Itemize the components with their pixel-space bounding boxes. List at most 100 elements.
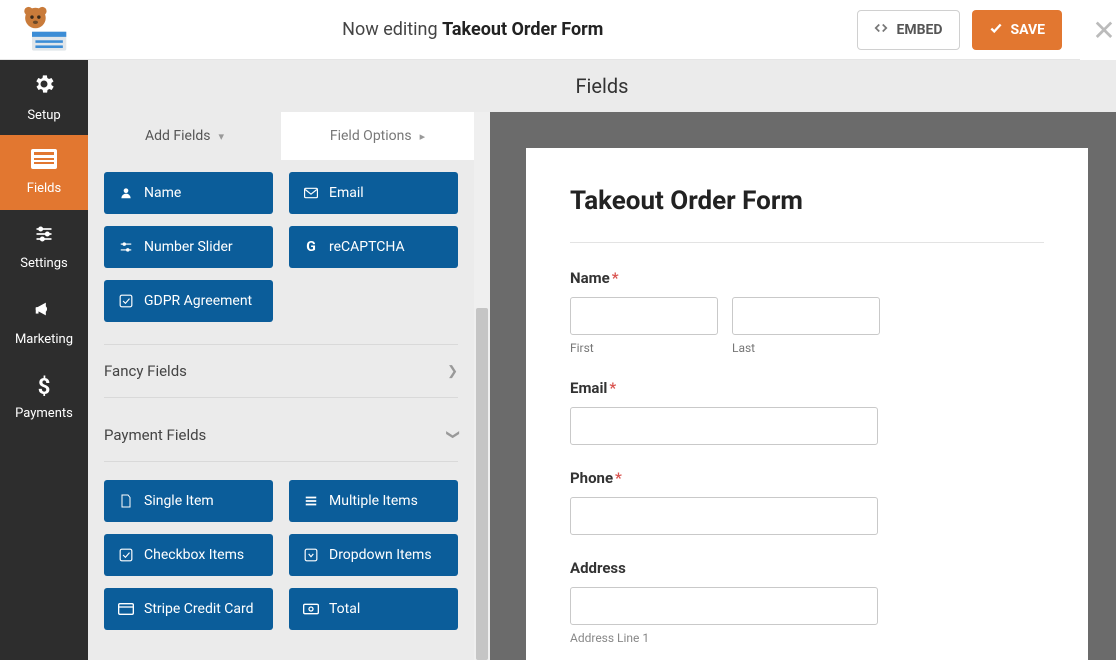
required-mark: * <box>615 469 622 487</box>
field-gdpr[interactable]: GDPR Agreement <box>104 280 273 322</box>
save-label: SAVE <box>1011 22 1046 38</box>
tab-label: Add Fields <box>145 128 211 144</box>
preview-field-address[interactable]: Address Address Line 1 <box>570 559 1044 645</box>
sublabel-address1: Address Line 1 <box>570 631 1044 645</box>
caret-square-icon <box>303 548 319 562</box>
nav-label: Settings <box>20 256 67 271</box>
group-payment-fields[interactable]: Payment Fields ❮ <box>104 408 458 462</box>
sublabel-last: Last <box>732 341 880 355</box>
chevron-right-icon: ▸ <box>420 130 426 143</box>
field-label: Multiple Items <box>329 493 418 509</box>
money-icon <box>303 603 319 615</box>
field-dropdown-items[interactable]: Dropdown Items <box>289 534 458 576</box>
nav-label: Setup <box>27 108 60 123</box>
close-button[interactable]: ✕ <box>1086 12 1116 48</box>
list-icon <box>303 495 319 507</box>
fields-panel: Add Fields ▾ Field Options ▸ Name Email <box>88 112 490 660</box>
field-label: Dropdown Items <box>329 547 432 563</box>
field-label: Checkbox Items <box>144 547 244 563</box>
field-single-item[interactable]: Single Item <box>104 480 273 522</box>
nav-settings[interactable]: Settings <box>0 210 88 285</box>
top-bar: Now editing Takeout Order Form EMBED SAV… <box>0 0 1080 60</box>
field-total[interactable]: Total <box>289 588 458 630</box>
scrollbar-thumb[interactable] <box>476 308 488 660</box>
section-title: Fields <box>576 74 629 98</box>
save-button[interactable]: SAVE <box>972 10 1063 50</box>
section-header: Fields <box>88 60 1116 112</box>
check-square-icon <box>118 294 134 308</box>
group-label: Fancy Fields <box>104 362 187 380</box>
field-label: Email <box>329 185 364 201</box>
embed-label: EMBED <box>896 22 942 38</box>
field-label: Phone* <box>570 469 1044 487</box>
divider <box>570 242 1044 243</box>
nav-label: Payments <box>15 406 73 421</box>
form-name: Takeout Order Form <box>442 19 603 40</box>
tab-field-options[interactable]: Field Options ▸ <box>281 112 474 160</box>
sublabel-first: First <box>570 341 718 355</box>
top-actions: EMBED SAVE <box>857 10 1080 50</box>
preview-field-name[interactable]: Name* First Last <box>570 269 1044 355</box>
email-input[interactable] <box>570 407 878 445</box>
group-label: Payment Fields <box>104 426 206 444</box>
code-icon <box>874 21 888 39</box>
google-icon: G <box>303 239 319 255</box>
field-recaptcha[interactable]: G reCAPTCHA <box>289 226 458 268</box>
field-label: Name* <box>570 269 1044 287</box>
address-input[interactable] <box>570 587 878 625</box>
tab-add-fields[interactable]: Add Fields ▾ <box>88 112 281 160</box>
field-checkbox-items[interactable]: Checkbox Items <box>104 534 273 576</box>
gear-icon <box>32 72 56 102</box>
embed-button[interactable]: EMBED <box>857 10 959 50</box>
preview-field-phone[interactable]: Phone* <box>570 469 1044 535</box>
field-label: Single Item <box>144 493 214 509</box>
editing-prefix: Now editing <box>342 19 442 40</box>
preview-canvas: Takeout Order Form Name* First Last Emai… <box>490 112 1116 660</box>
nav-label: Fields <box>27 181 61 196</box>
nav-fields[interactable]: Fields <box>0 135 88 210</box>
check-icon <box>989 21 1003 39</box>
chevron-down-icon: ▾ <box>218 130 224 143</box>
tab-label: Field Options <box>330 128 412 144</box>
app-logo <box>0 6 88 54</box>
form-icon <box>31 149 57 175</box>
field-label: Name <box>144 185 181 201</box>
field-email[interactable]: Email <box>289 172 458 214</box>
form-title: Takeout Order Form <box>570 186 1044 216</box>
left-nav: Setup Fields Settings Marketing $ Paymen… <box>0 60 88 660</box>
required-mark: * <box>609 379 616 397</box>
field-name[interactable]: Name <box>104 172 273 214</box>
chevron-right-icon: ❯ <box>447 364 458 379</box>
field-number-slider[interactable]: Number Slider <box>104 226 273 268</box>
field-stripe-cc[interactable]: Stripe Credit Card <box>104 588 273 630</box>
field-label: Email* <box>570 379 1044 397</box>
required-mark: * <box>612 269 619 287</box>
form-preview[interactable]: Takeout Order Form Name* First Last Emai… <box>526 148 1088 660</box>
preview-field-email[interactable]: Email* <box>570 379 1044 445</box>
nav-setup[interactable]: Setup <box>0 60 88 135</box>
panel-scrollbar[interactable] <box>474 112 490 660</box>
field-label: reCAPTCHA <box>329 239 405 255</box>
mail-icon <box>303 187 319 199</box>
nav-label: Marketing <box>15 332 73 347</box>
nav-payments[interactable]: $ Payments <box>0 360 88 435</box>
file-icon <box>118 494 134 508</box>
last-name-input[interactable] <box>732 297 880 335</box>
chevron-down-icon: ❮ <box>445 429 460 440</box>
user-icon <box>118 186 134 200</box>
field-label: Total <box>329 601 360 617</box>
sliders-icon <box>32 224 56 250</box>
check-square-icon <box>118 548 134 562</box>
fields-list: Name Email Number Slider G reCAPTCHA <box>88 172 474 650</box>
first-name-input[interactable] <box>570 297 718 335</box>
field-multiple-items[interactable]: Multiple Items <box>289 480 458 522</box>
panel-tabs: Add Fields ▾ Field Options ▸ <box>88 112 474 160</box>
phone-input[interactable] <box>570 497 878 535</box>
megaphone-icon <box>32 298 56 326</box>
group-fancy-fields[interactable]: Fancy Fields ❯ <box>104 344 458 398</box>
dollar-icon: $ <box>38 375 51 400</box>
credit-card-icon <box>118 603 134 615</box>
field-label: GDPR Agreement <box>144 293 252 309</box>
nav-marketing[interactable]: Marketing <box>0 285 88 360</box>
field-label: Address <box>570 559 1044 577</box>
